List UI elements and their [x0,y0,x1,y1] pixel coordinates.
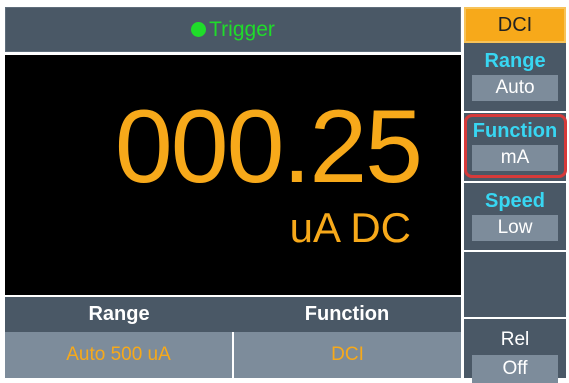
status-header: Trigger [5,7,461,52]
softkey-range[interactable]: Range Auto [464,47,566,101]
softkey-empty[interactable] [464,254,566,314]
softkey-speed-label: Speed [484,190,546,212]
softkey-rel[interactable]: Rel Off [464,329,566,383]
softkey-speed-value: Low [472,215,558,241]
measurement-display: 000.25 uA DC [5,55,461,295]
measurement-reading: 000.25 [114,89,423,205]
bottom-label-bar: Range Function [5,297,461,332]
measurement-unit: uA DC [289,204,411,251]
softkey-rel-value: Off [472,355,558,383]
trigger-label: Trigger [209,17,275,41]
bottom-range-value: Auto 500 uA [5,332,232,378]
bottom-function-label: Function [304,303,390,325]
softkey-divider [464,181,566,183]
softkey-divider [464,111,566,113]
softkey-rel-label: Rel [500,329,530,350]
function-highlight-outline [464,114,567,178]
softkey-range-label: Range [484,50,546,72]
softkey-divider [464,250,566,252]
softkey-divider [464,317,566,319]
mode-tab-dci[interactable]: DCI [464,7,566,43]
bottom-value-bar: Auto 500 uA DCI [5,332,461,378]
multimeter-screen: Trigger 000.25 uA DC Range Function Auto… [0,0,569,383]
softkey-range-value: Auto [472,75,558,101]
trigger-indicator-icon [191,22,207,37]
bottom-range-label: Range [88,303,150,325]
bottom-function-value: DCI [234,332,461,378]
softkey-speed[interactable]: Speed Low [464,187,566,241]
